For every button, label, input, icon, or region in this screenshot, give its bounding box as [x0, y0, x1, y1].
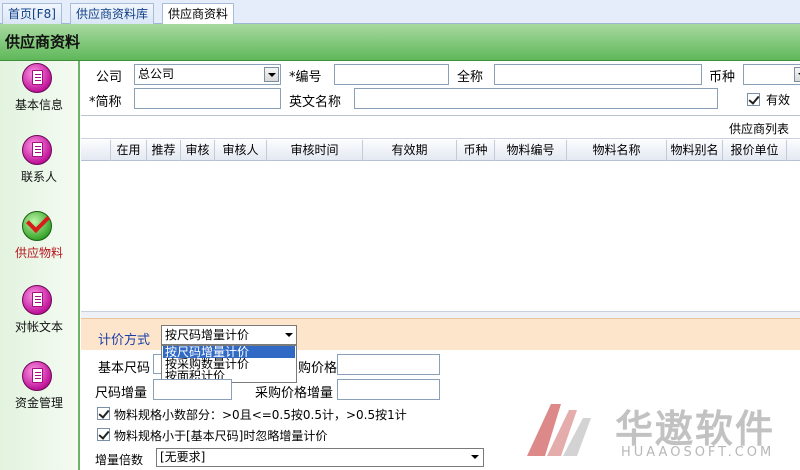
- brand-name-en: HUAAOSOFT.COM: [621, 445, 775, 460]
- grid-row-indicator-header: [81, 140, 111, 161]
- sidebar-item-label: 供应物料: [14, 246, 63, 260]
- valid-checkbox[interactable]: [747, 93, 760, 106]
- pricing-method-select[interactable]: 按尺码增量计价: [161, 325, 297, 345]
- brand-logo-icon: [527, 404, 591, 456]
- price-increment-input[interactable]: [337, 379, 440, 400]
- tab-bar: 首页[F8] 供应商资料库 供应商资料: [0, 0, 800, 25]
- code-label: *编号: [289, 70, 322, 85]
- grid-column-header[interactable]: 有效期: [363, 140, 457, 161]
- sidebar-item-statement-text[interactable]: 对帐文本: [0, 285, 78, 355]
- sidebar: 基本信息 联系人 供应物料 对帐文本 资金管理: [0, 61, 80, 470]
- chevron-down-icon[interactable]: [471, 455, 479, 460]
- size-increment-label: 尺码增量: [95, 386, 148, 401]
- grid-column-header[interactable]: 推荐: [147, 140, 181, 161]
- page-title: 供应商资料: [5, 33, 81, 51]
- grid-column-header[interactable]: 审核人: [215, 140, 267, 161]
- tab-supplier-info[interactable]: 供应商资料: [162, 3, 235, 25]
- multiplier-value: [无要求]: [160, 450, 206, 464]
- fullname-input[interactable]: [494, 64, 702, 85]
- sidebar-item-basic-info[interactable]: 基本信息: [0, 63, 78, 133]
- grid-column-header[interactable]: 报价单位: [723, 140, 787, 161]
- document-icon: [22, 135, 52, 165]
- sidebar-item-fund-management[interactable]: 资金管理: [0, 361, 78, 431]
- pricing-method-value: 按尺码增量计价: [165, 328, 250, 342]
- page-header: 供应商资料: [0, 24, 800, 61]
- company-value: 总公司: [138, 67, 175, 81]
- english-name-input[interactable]: [354, 88, 718, 109]
- currency-select[interactable]: [743, 64, 800, 85]
- tab-supplier-library[interactable]: 供应商资料库: [70, 3, 155, 24]
- valid-label: 有效: [766, 93, 791, 107]
- chevron-down-icon[interactable]: [264, 67, 279, 82]
- grid-column-header[interactable]: 物料编号: [495, 140, 567, 161]
- base-size-input[interactable]: [153, 354, 161, 374]
- document-icon: [22, 285, 52, 315]
- purchase-price-input[interactable]: [337, 354, 440, 375]
- grid-column-header[interactable]: 物料别名: [667, 140, 723, 161]
- brand-watermark: 华遨软件 HUAAOSOFT.COM: [525, 398, 800, 470]
- rule-decimal-label: 物料规格小数部分：>0且<=0.5按0.5计，>0.5按1计: [114, 408, 407, 422]
- currency-label: 币种: [709, 70, 736, 85]
- company-label: 公司: [96, 70, 123, 85]
- pricing-method-dropdown: 按尺码增量计价 按采购数量计价 按面积计价: [161, 345, 297, 383]
- shortname-input[interactable]: [134, 88, 281, 109]
- grid-column-header[interactable]: 币种: [457, 140, 495, 161]
- chevron-down-icon[interactable]: [285, 333, 293, 338]
- grid-caption-bar: 供应商列表: [81, 116, 800, 139]
- multiplier-select[interactable]: [无要求]: [156, 448, 484, 467]
- sidebar-item-label: 基本信息: [14, 98, 63, 112]
- grid-caption: 供应商列表: [728, 122, 789, 136]
- document-icon: [22, 63, 52, 93]
- tab-home[interactable]: 首页[F8]: [2, 3, 62, 24]
- grid-filler-header: [787, 140, 800, 161]
- fullname-label: 全称: [457, 70, 484, 85]
- size-increment-input[interactable]: [153, 379, 232, 400]
- sidebar-item-supplied-materials[interactable]: 供应物料: [0, 208, 78, 281]
- grid-column-header[interactable]: 物料名称: [567, 140, 667, 161]
- shortname-label: *简称: [89, 95, 122, 110]
- price-increment-label: 采购价格增量: [255, 386, 334, 401]
- grid-column-header[interactable]: 审核时间: [267, 140, 363, 161]
- rule-decimal-checkbox[interactable]: [97, 407, 110, 420]
- sidebar-item-label: 资金管理: [14, 396, 63, 410]
- purchase-price-label: 购价格: [298, 361, 338, 376]
- grid-column-header[interactable]: 审核: [181, 140, 215, 161]
- grid-column-header[interactable]: 在用: [111, 140, 147, 161]
- base-size-label: 基本尺码: [98, 361, 151, 376]
- splitter[interactable]: [81, 311, 800, 318]
- checkmark-icon: [22, 208, 52, 241]
- rule-ignore-checkbox[interactable]: [97, 428, 110, 441]
- sidebar-item-contacts[interactable]: 联系人: [0, 135, 78, 205]
- sidebar-item-label: 对帐文本: [14, 320, 63, 334]
- multiplier-label: 增量倍数: [95, 453, 144, 467]
- code-input[interactable]: [334, 64, 449, 85]
- company-select[interactable]: 总公司: [134, 64, 281, 85]
- supplier-grid: 供应商列表 在用 推荐 审核 审核人 审核时间 有效期 币种 物料编号 物料名称…: [81, 115, 800, 311]
- pricing-method-label: 计价方式: [98, 333, 151, 348]
- rule-ignore-label: 物料规格小于[基本尺码]时忽略增量计价: [114, 429, 328, 443]
- english-name-label: 英文名称: [289, 95, 342, 110]
- grid-header: 在用 推荐 审核 审核人 审核时间 有效期 币种 物料编号 物料名称 物料别名 …: [81, 140, 800, 161]
- sidebar-item-label: 联系人: [20, 170, 57, 184]
- chevron-down-icon[interactable]: [794, 67, 800, 82]
- document-icon: [22, 361, 52, 391]
